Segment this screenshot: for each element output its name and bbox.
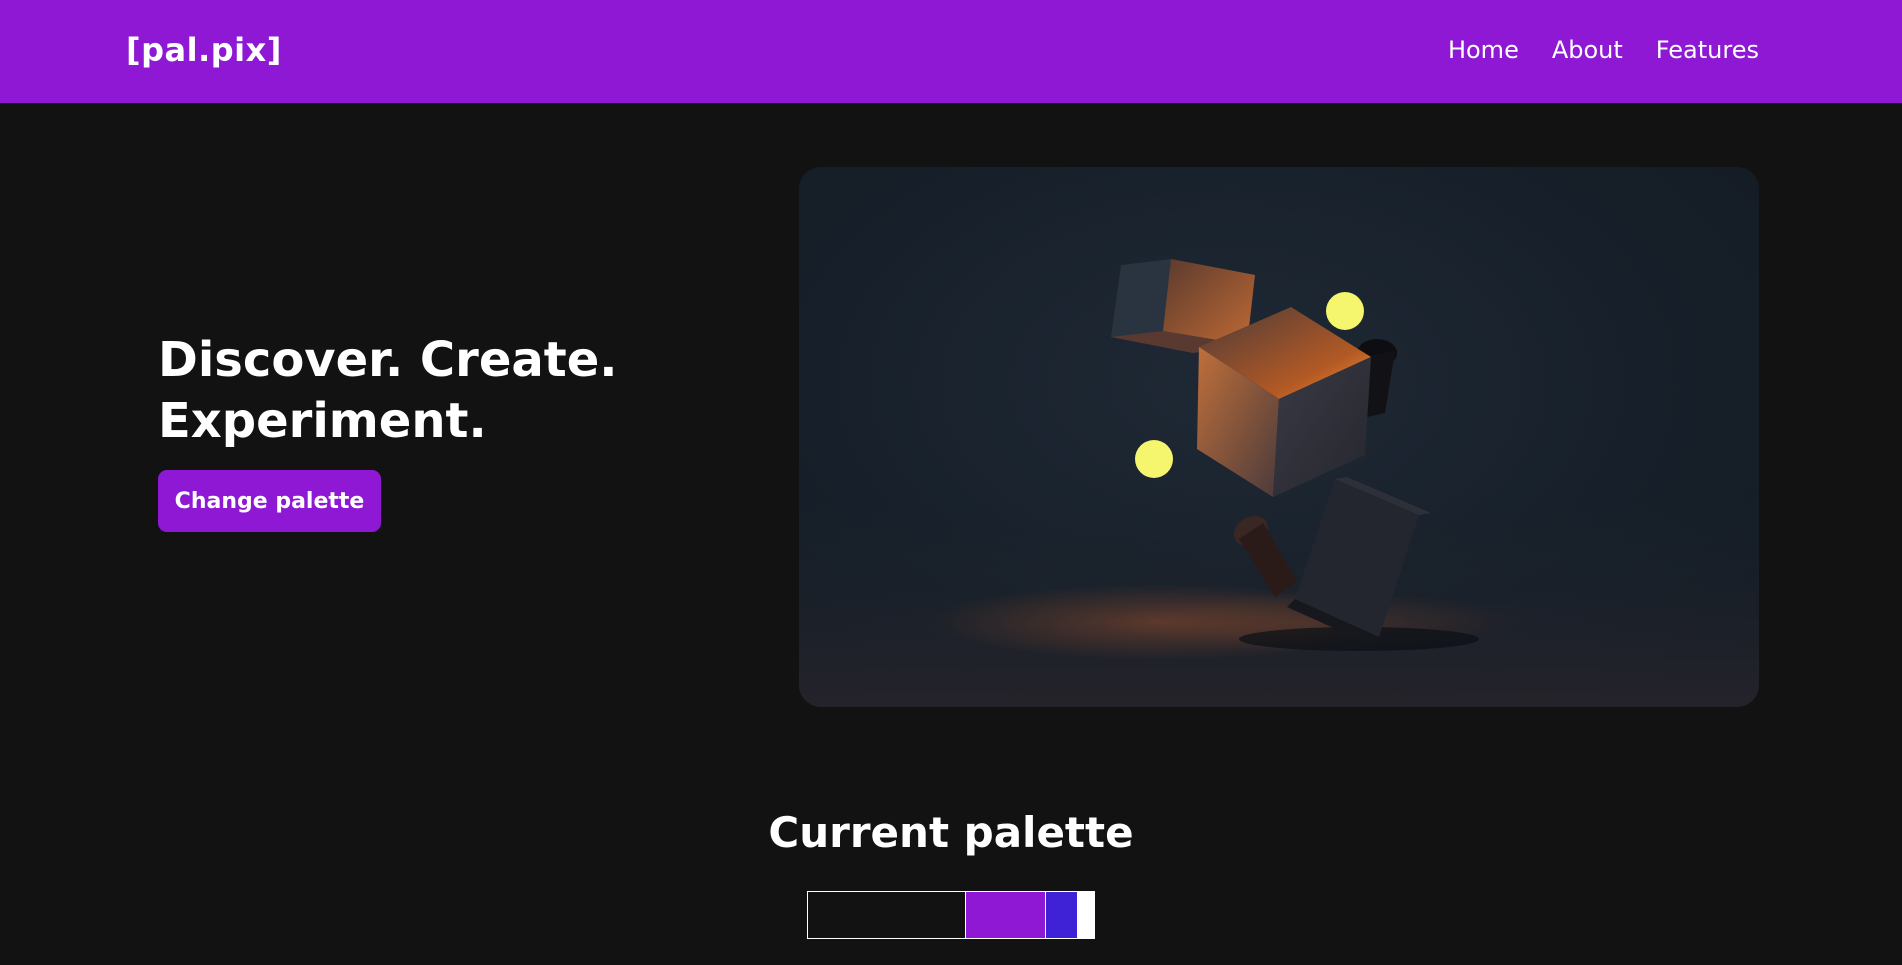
nav-link-home[interactable]: Home xyxy=(1448,34,1519,66)
brand-logo[interactable]: [pal.pix] xyxy=(126,30,282,70)
hero-image xyxy=(799,167,1759,707)
palette-swatch-purple[interactable] xyxy=(966,892,1046,938)
hero-title-line-2: Experiment. xyxy=(158,393,487,449)
nav-link-features[interactable]: Features xyxy=(1656,34,1759,66)
change-palette-button[interactable]: Change palette xyxy=(158,470,381,532)
palette-swatch-blue[interactable] xyxy=(1046,892,1077,938)
floating-cubes-illustration xyxy=(799,259,1759,707)
palette-swatch-white[interactable] xyxy=(1077,892,1094,938)
nav-link-about[interactable]: About xyxy=(1552,34,1623,66)
palette-title: Current palette xyxy=(768,808,1134,857)
hero-title: Discover. Create. Experiment. xyxy=(158,330,718,452)
palette-swatch-dark[interactable] xyxy=(808,892,966,938)
hero-title-line-1: Discover. Create. xyxy=(158,332,618,388)
navbar: [pal.pix] Home About Features xyxy=(0,0,1902,103)
nav-links: Home About Features xyxy=(1448,34,1759,66)
palette-strip xyxy=(807,891,1095,939)
